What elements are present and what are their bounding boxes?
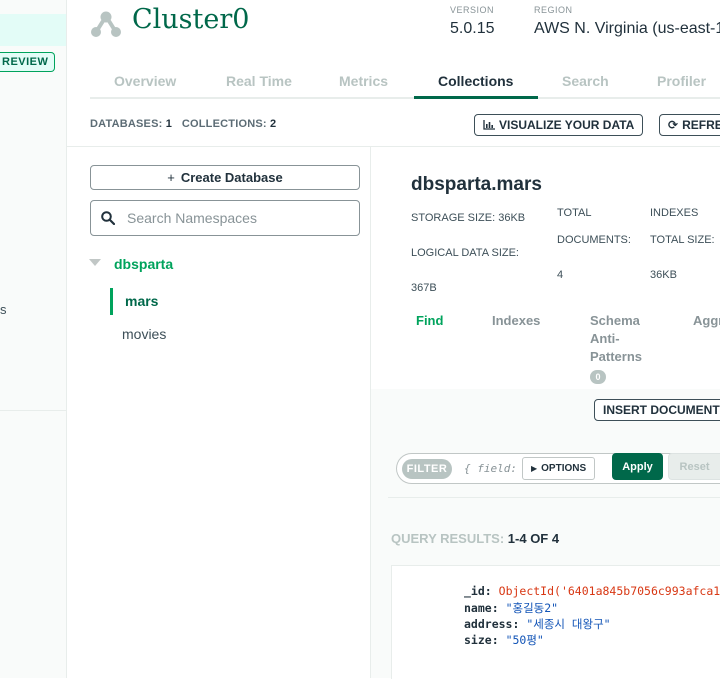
version-label: VERSION — [450, 5, 495, 15]
subtab-schema-line-3: Patterns — [590, 349, 643, 364]
insert-document-button[interactable]: INSERT DOCUMENT — [594, 399, 720, 421]
namespace-search — [90, 200, 360, 236]
subtab-find[interactable]: Find — [416, 312, 443, 330]
databases-count: 1 — [165, 118, 173, 130]
tab-real-time[interactable]: Real Time — [226, 73, 292, 89]
collections-label: COLLECTIONS: — [181, 118, 267, 130]
subtab-indexes[interactable]: Indexes — [492, 312, 540, 330]
field-value: "50평" — [505, 633, 544, 647]
refresh-button[interactable]: ⟳ REFRESH — [659, 114, 720, 136]
tabs-divider — [90, 97, 720, 99]
storage-size: STORAGE SIZE: 36KB — [411, 212, 526, 224]
subtab-schema-anti-patterns[interactable]: Schema Anti- Patterns — [590, 312, 642, 366]
collections-count: 2 — [270, 118, 277, 130]
left-nav-divider — [0, 410, 66, 411]
database-item-dbsparta[interactable]: dbsparta — [114, 256, 173, 272]
tab-collections[interactable]: Collections — [438, 73, 513, 89]
collection-item-mars[interactable]: mars — [125, 293, 158, 309]
total-documents-label-2: DOCUMENTS: — [557, 234, 631, 246]
options-button[interactable]: ▶ OPTIONS — [522, 457, 596, 480]
field-value: ObjectId('6401a845b7056c993afca1b2') — [498, 584, 720, 598]
subtab-schema-line-1: Schema — [590, 313, 640, 328]
refresh-label: REFRESH — [682, 118, 720, 132]
document-field-name: name: "홍길동2" — [464, 600, 558, 616]
indexes-total-size-value: 36KB — [650, 269, 677, 281]
document-field-size: size: "50평" — [464, 632, 544, 648]
caret-right-icon: ▶ — [531, 464, 538, 473]
collection-title: dbsparta.mars — [411, 174, 542, 195]
subtab-aggregation[interactable]: Aggregation — [693, 312, 720, 330]
namespace-counts: DATABASES: 1 COLLECTIONS: 2 — [90, 118, 276, 130]
field-key: address: — [464, 617, 520, 631]
anti-patterns-count-badge: 0 — [590, 370, 606, 384]
region-label: REGION — [534, 5, 573, 15]
create-database-label: Create Database — [180, 170, 283, 185]
reset-button[interactable]: Reset — [668, 453, 720, 480]
subtab-schema-line-2: Anti- — [590, 331, 620, 346]
field-value: "홍길동2" — [505, 601, 559, 615]
apply-button[interactable]: Apply — [612, 453, 663, 480]
tab-profiler[interactable]: Profiler — [657, 73, 706, 89]
active-collection-indicator — [110, 288, 113, 315]
indexes-total-size-label: TOTAL SIZE: — [650, 234, 715, 246]
total-documents-label: TOTAL — [557, 207, 592, 219]
left-nav-active-item[interactable] — [0, 14, 66, 46]
tab-search[interactable]: Search — [562, 73, 609, 89]
preview-badge: REVIEW — [0, 52, 56, 72]
filter-input-wrap[interactable]: { field: 'value' } — [464, 459, 520, 477]
logical-size-value: 367B — [411, 282, 437, 294]
version-value: 5.0.15 — [450, 20, 495, 37]
field-key: name: — [464, 601, 499, 615]
active-tab-indicator — [414, 96, 538, 99]
cluster-icon — [91, 11, 121, 37]
toolbar-divider — [66, 146, 720, 147]
total-documents-value: 4 — [557, 269, 564, 281]
cluster-title: Cluster0 — [132, 4, 250, 35]
indexes-label: INDEXES — [650, 207, 699, 219]
document-field-address: address: "세종시 대왕구" — [464, 616, 611, 632]
field-value: "세종시 대왕구" — [526, 617, 611, 631]
filter-divider — [388, 497, 720, 498]
collection-item-movies[interactable]: movies — [122, 326, 166, 342]
left-nav-item[interactable]: s — [0, 302, 7, 317]
caret-down-icon[interactable] — [89, 259, 101, 266]
tab-overview[interactable]: Overview — [114, 73, 176, 89]
field-key: size: — [464, 633, 499, 647]
create-database-button[interactable]: + Create Database — [90, 165, 360, 190]
search-namespaces-input[interactable] — [125, 209, 349, 227]
refresh-icon: ⟳ — [668, 118, 679, 132]
filter-input[interactable]: { field: 'value' } — [464, 462, 520, 475]
search-icon — [101, 211, 115, 225]
left-navigation — [0, 0, 67, 678]
plus-icon: + — [167, 170, 175, 185]
filter-tag: FILTER — [402, 459, 452, 479]
query-results: QUERY RESULTS: 1-4 OF 4 — [391, 531, 559, 546]
region-value: AWS N. Virginia (us-east-1) — [534, 20, 720, 37]
document-field-id: _id: ObjectId('6401a845b7056c993afca1b2'… — [464, 584, 720, 598]
field-key: _id: — [464, 584, 492, 598]
visualize-data-label: VISUALIZE YOUR DATA — [499, 118, 635, 132]
query-results-label: QUERY RESULTS: — [391, 531, 505, 546]
tab-metrics[interactable]: Metrics — [339, 73, 388, 89]
bar-chart-icon — [483, 120, 495, 130]
visualize-data-button[interactable]: VISUALIZE YOUR DATA — [474, 114, 644, 136]
query-results-range: 1-4 OF 4 — [507, 531, 560, 546]
options-label: OPTIONS — [541, 463, 587, 474]
databases-label: DATABASES: — [90, 118, 163, 130]
logical-size-label: LOGICAL DATA SIZE: — [411, 247, 519, 259]
